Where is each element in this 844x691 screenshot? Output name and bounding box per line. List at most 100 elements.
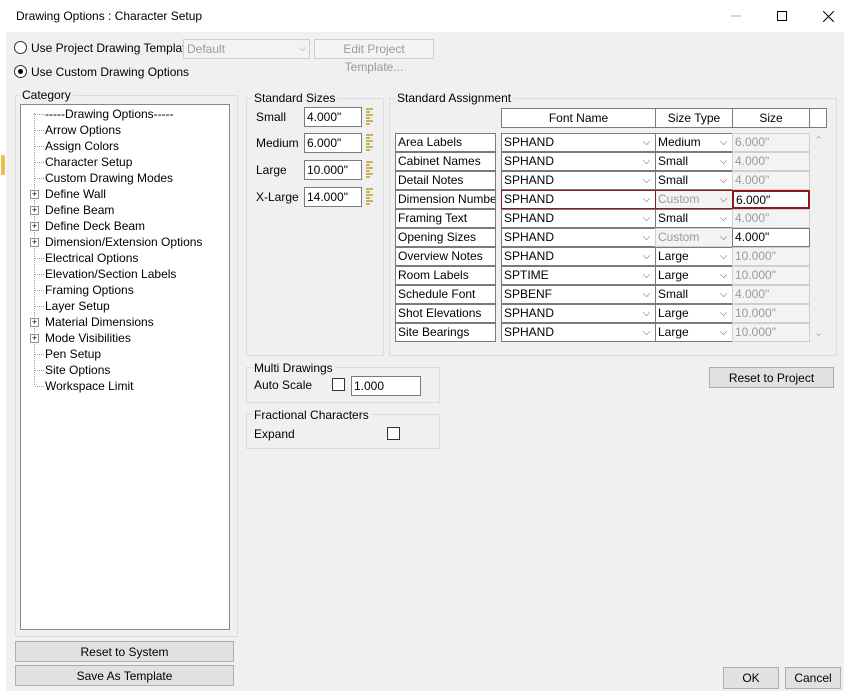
auto-scale-input[interactable]: 1.000	[351, 376, 421, 396]
close-button[interactable]	[805, 0, 844, 32]
chevron-down-icon: ⌵	[642, 175, 651, 186]
expand-plus-icon[interactable]: +	[30, 318, 39, 327]
expand-label: Expand	[254, 427, 295, 441]
edit-template-button[interactable]: Edit Project Template...	[314, 39, 434, 74]
tree-item[interactable]: Electrical Options	[21, 250, 229, 266]
font-name-combo[interactable]: SPHAND ⌵	[501, 228, 656, 247]
size-value-field[interactable]: 4.000"	[732, 209, 810, 228]
tree-item-label: Elevation/Section Labels	[45, 267, 177, 281]
expand-plus-icon[interactable]: +	[30, 238, 39, 247]
size-type-value: Small	[658, 154, 689, 168]
size-type-value: Large	[658, 325, 689, 339]
maximize-button[interactable]	[759, 0, 805, 32]
header-corner	[809, 108, 827, 128]
tree-item[interactable]: Assign Colors	[21, 138, 229, 154]
tree-item-label: Mode Visibilities	[45, 331, 131, 345]
expand-plus-icon[interactable]: +	[30, 190, 39, 199]
tree-item[interactable]: + Define Beam	[21, 202, 229, 218]
size-value-field[interactable]: 6.000"	[732, 190, 810, 209]
size-value-field[interactable]: 10.000"	[732, 266, 810, 285]
scroll-down-icon[interactable]: ⌄	[814, 326, 823, 339]
size-type-value: Custom	[658, 230, 700, 244]
auto-scale-checkbox[interactable]	[332, 378, 345, 391]
tree-connector	[35, 290, 44, 291]
size-type-combo[interactable]: Small ⌵	[655, 152, 733, 171]
size-type-combo[interactable]: Small ⌵	[655, 209, 733, 228]
assignment-row-label: Framing Text	[395, 209, 496, 228]
font-name-combo[interactable]: SPHAND ⌵	[501, 323, 656, 342]
tree-item[interactable]: Arrow Options	[21, 122, 229, 138]
chevron-down-icon: ⌵	[642, 327, 651, 338]
minimize-button[interactable]	[713, 0, 759, 32]
ruler-icon[interactable]	[366, 160, 373, 180]
tree-item[interactable]: Framing Options	[21, 282, 229, 298]
font-name-combo[interactable]: SPHAND ⌵	[501, 304, 656, 323]
standard-sizes-title: Standard Sizes	[252, 91, 338, 105]
ruler-icon[interactable]	[366, 107, 373, 127]
size-value-field[interactable]: 6.000"	[732, 133, 810, 152]
save-as-template-button[interactable]: Save As Template	[15, 665, 234, 686]
size-type-combo[interactable]: Large ⌵	[655, 304, 733, 323]
font-name-combo[interactable]: SPHAND ⌵	[501, 152, 656, 171]
scroll-up-icon[interactable]: ⌃	[814, 134, 823, 147]
size-input[interactable]: 4.000"	[304, 107, 362, 127]
size-type-combo[interactable]: Small ⌵	[655, 285, 733, 304]
font-name-combo[interactable]: SPHAND ⌵	[501, 209, 656, 228]
tree-item[interactable]: Elevation/Section Labels	[21, 266, 229, 282]
expand-plus-icon[interactable]: +	[30, 206, 39, 215]
size-type-combo[interactable]: Large ⌵	[655, 247, 733, 266]
category-tree[interactable]: -----Drawing Options----- Arrow Options As…	[20, 104, 230, 630]
tree-item[interactable]: Custom Drawing Modes	[21, 170, 229, 186]
size-value-field[interactable]: 10.000"	[732, 247, 810, 266]
font-name-combo[interactable]: SPTIME ⌵	[501, 266, 656, 285]
tree-item[interactable]: Layer Setup	[21, 298, 229, 314]
tree-item-label: Character Setup	[45, 155, 133, 169]
size-type-combo[interactable]: Large ⌵	[655, 323, 733, 342]
font-name-combo[interactable]: SPHAND ⌵	[501, 247, 656, 266]
tree-item-label: Arrow Options	[45, 123, 122, 137]
size-type-combo[interactable]: Custom ⌵	[655, 228, 733, 247]
size-value-field[interactable]: 4.000"	[732, 171, 810, 190]
size-value-field[interactable]: 4.000"	[732, 152, 810, 171]
size-value-field[interactable]: 4.000"	[732, 228, 810, 247]
tree-item[interactable]: + Dimension/Extension Options	[21, 234, 229, 250]
tree-item[interactable]: Site Options	[21, 362, 229, 378]
font-name-combo[interactable]: SPBENF ⌵	[501, 285, 656, 304]
tree-item[interactable]: + Define Wall	[21, 186, 229, 202]
expand-plus-icon[interactable]: +	[30, 334, 39, 343]
tree-item[interactable]: Pen Setup	[21, 346, 229, 362]
tree-item[interactable]: + Mode Visibilities	[21, 330, 229, 346]
tree-item[interactable]: Workspace Limit	[21, 378, 229, 394]
cancel-button[interactable]: Cancel	[785, 667, 841, 689]
font-name-combo[interactable]: SPHAND ⌵	[501, 190, 656, 209]
font-name-combo[interactable]: SPHAND ⌵	[501, 171, 656, 190]
ok-button[interactable]: OK	[723, 667, 779, 689]
size-input[interactable]: 14.000"	[304, 187, 362, 207]
size-input[interactable]: 10.000"	[304, 160, 362, 180]
template-combo[interactable]: Default ⌵	[183, 39, 310, 59]
reset-to-system-button[interactable]: Reset to System	[15, 641, 234, 662]
size-type-combo[interactable]: Large ⌵	[655, 266, 733, 285]
tree-item[interactable]: + Material Dimensions	[21, 314, 229, 330]
tree-item[interactable]: Character Setup	[21, 154, 229, 170]
font-name-combo[interactable]: SPHAND ⌵	[501, 133, 656, 152]
chevron-down-icon: ⌵	[719, 194, 728, 205]
size-type-combo[interactable]: Small ⌵	[655, 171, 733, 190]
expand-checkbox[interactable]	[387, 427, 400, 440]
size-input[interactable]: 6.000"	[304, 133, 362, 153]
tree-item[interactable]: + Define Deck Beam	[21, 218, 229, 234]
reset-to-project-button[interactable]: Reset to Project	[709, 367, 834, 388]
tree-item[interactable]: -----Drawing Options-----	[21, 106, 229, 122]
size-type-combo[interactable]: Medium ⌵	[655, 133, 733, 152]
size-value-field[interactable]: 10.000"	[732, 304, 810, 323]
use-custom-radio[interactable]	[14, 65, 27, 78]
expand-plus-icon[interactable]: +	[30, 222, 39, 231]
use-project-radio[interactable]	[14, 41, 27, 54]
assignment-row-label: Schedule Font	[395, 285, 496, 304]
ruler-icon[interactable]	[366, 133, 373, 153]
size-value-field[interactable]: 10.000"	[732, 323, 810, 342]
use-custom-label: Use Custom Drawing Options	[31, 65, 190, 79]
ruler-icon[interactable]	[366, 187, 373, 207]
size-type-combo[interactable]: Custom ⌵	[655, 190, 733, 209]
size-value-field[interactable]: 4.000"	[732, 285, 810, 304]
